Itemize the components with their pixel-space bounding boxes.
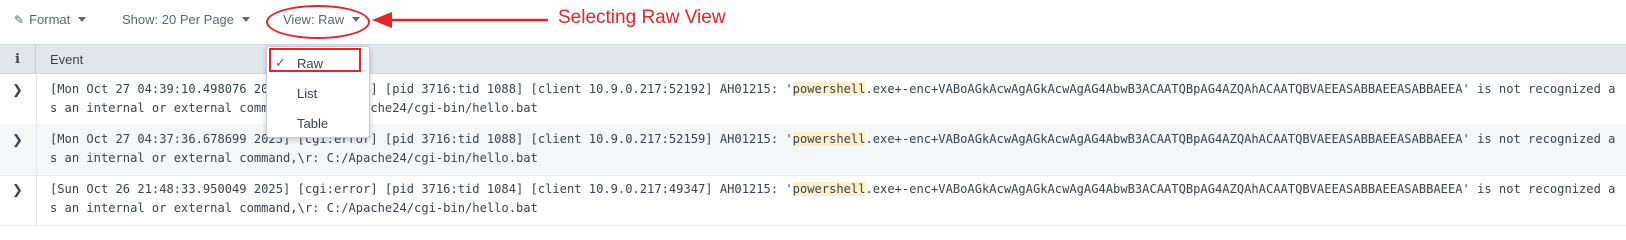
chevron-right-icon[interactable]: ❯ [12, 82, 23, 98]
row-divider [36, 174, 37, 225]
event-column-header[interactable]: Event [50, 52, 83, 67]
view-option-label: Table [297, 115, 329, 131]
annotation-text: Selecting Raw View [558, 7, 726, 28]
table-row: ❯ [Mon Oct 27 04:37:36.678699 2025] [cgi… [0, 124, 1626, 176]
table-row: ❯ [Mon Oct 27 04:39:10.498076 2025] [cgi… [0, 74, 1626, 126]
row-divider [36, 74, 37, 125]
annotation-arrow [372, 12, 548, 28]
chevron-right-icon[interactable]: ❯ [12, 132, 23, 148]
info-column-header: i [0, 45, 36, 73]
chevron-right-icon[interactable]: ❯ [12, 182, 23, 198]
view-option-table[interactable]: Table [267, 109, 371, 137]
view-option-label: List [297, 85, 318, 101]
row-divider [36, 124, 37, 175]
search-highlight[interactable]: powershell [792, 132, 866, 146]
event-text: [Sun Oct 26 21:48:33.950049 2025] [cgi:e… [50, 182, 1616, 215]
table-header: i Event [0, 44, 1626, 74]
table-row: ❯ [Sun Oct 26 21:48:33.950049 2025] [cgi… [0, 174, 1626, 226]
search-highlight[interactable]: powershell [792, 82, 866, 96]
annotation-highlight-box [269, 48, 361, 72]
view-option-list[interactable]: List [267, 79, 371, 107]
search-highlight[interactable]: powershell [792, 182, 866, 196]
